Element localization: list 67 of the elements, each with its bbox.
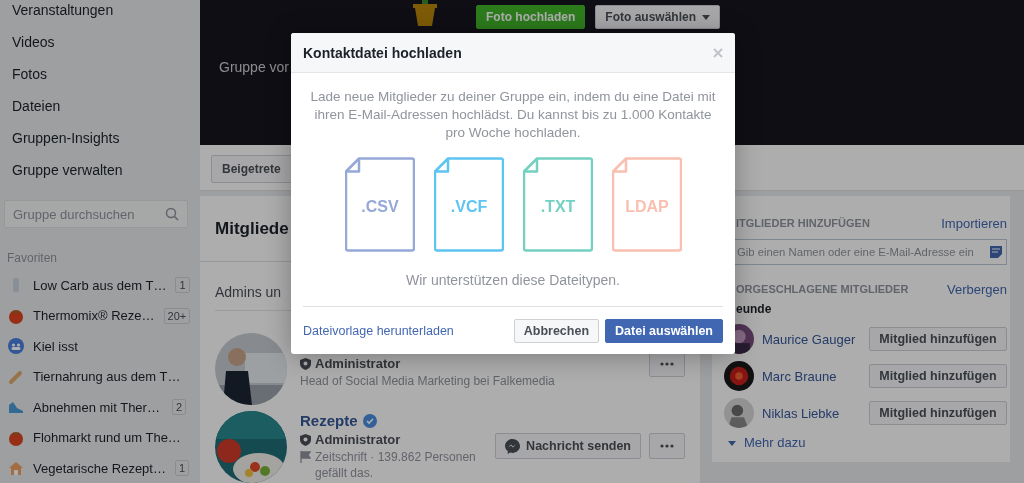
bone-icon xyxy=(8,368,24,385)
dialog-caption: Wir unterstützen diese Dateitypen. xyxy=(405,271,621,289)
member-role: Administrator xyxy=(315,431,401,449)
tomato-icon xyxy=(8,429,24,446)
favorite-link[interactable]: Kiel isst xyxy=(33,338,186,354)
sidebar-item[interactable]: Fotos xyxy=(12,58,200,90)
choose-file-button[interactable]: Datei auswählen xyxy=(605,319,723,343)
shield-icon xyxy=(300,434,311,446)
more-link[interactable]: Mehr dazu xyxy=(744,434,806,452)
caret-icon xyxy=(702,14,710,20)
section-heading: ITGLIEDER HINZUFÜGEN xyxy=(736,217,870,229)
count-badge: 2 xyxy=(171,399,186,416)
close-icon[interactable] xyxy=(713,47,723,58)
message-button[interactable]: Nachricht senden xyxy=(495,433,641,459)
section-heading: Favoriten xyxy=(7,250,59,267)
sidebar-item[interactable]: Gruppen-Insights xyxy=(12,122,200,154)
import-link[interactable]: Importieren xyxy=(941,215,1007,231)
add-member-button[interactable]: Mitglied hinzufügen xyxy=(869,327,1007,351)
group-label: eunde xyxy=(735,301,773,317)
person-name[interactable]: Maurice Gauger xyxy=(762,331,861,347)
shoe-icon xyxy=(8,399,24,416)
add-member-button[interactable]: Mitglied hinzufügen xyxy=(869,401,1007,425)
section-heading: ORGESCHLAGENE MITGLIEDER xyxy=(736,283,909,295)
member-name[interactable]: Rezepte xyxy=(300,411,358,431)
file-type-label: .TXT xyxy=(540,198,575,215)
file-type-label: LDAP xyxy=(624,198,669,215)
search-icon xyxy=(165,207,179,221)
add-member-button[interactable]: Mitglied hinzufügen xyxy=(869,364,1007,388)
person-name[interactable]: Marc Braune xyxy=(762,368,861,384)
favorite-link[interactable]: Tiernahrung aus dem T… xyxy=(33,369,186,385)
messenger-icon xyxy=(505,438,521,454)
count-badge: 1 xyxy=(174,460,190,477)
file-type-label: .CSV xyxy=(360,198,399,215)
favorite-link[interactable]: Thermomix® Reze… xyxy=(33,308,155,324)
hide-link[interactable]: Verbergen xyxy=(947,281,1007,297)
sidebar-item[interactable]: Gruppe verwalten xyxy=(12,154,200,186)
search-field[interactable]: Gruppe durchsuchen xyxy=(4,200,188,228)
group-icon xyxy=(8,338,24,355)
caret-icon xyxy=(728,440,736,446)
dialog-text: Lade neue Mitglieder zu deiner Gruppe ein, indem du eine Datei mit ihren E-Mail-Adressen hochlädst. Du kannst bis zu 1.000 Kontakte pro Woche hochladen. xyxy=(309,88,717,142)
member-description: Head of Social Media Marketing bei Falkemedia xyxy=(300,373,555,389)
template-download-link[interactable]: Dateivorlage herunterladen xyxy=(303,324,508,338)
note-icon xyxy=(989,245,1003,259)
house-icon xyxy=(8,460,24,477)
favorite-link[interactable]: Low Carb aus dem T… xyxy=(33,277,167,293)
plant-pot-icon xyxy=(410,0,440,26)
search-input[interactable]: Gruppe durchsuchen xyxy=(13,206,165,222)
tomato-icon xyxy=(8,307,24,324)
dialog-title: Kontaktdatei hochladen xyxy=(303,44,462,61)
member-role: Administrator xyxy=(315,355,401,373)
sidebar-item[interactable]: Veranstaltungen xyxy=(12,0,200,26)
favorite-link[interactable]: Abnehmen mit Ther… xyxy=(33,399,163,415)
favorite-link[interactable]: Vegetarische Rezept… xyxy=(33,460,166,476)
more-icon xyxy=(660,444,674,448)
person-name[interactable]: Niklas Liebke xyxy=(762,405,861,421)
banner-text: Gruppe vor xyxy=(219,58,291,76)
count-badge: 20+ xyxy=(163,307,191,324)
photo-button[interactable]: Foto auswählen xyxy=(595,5,720,29)
count-badge: 1 xyxy=(175,277,190,294)
member-description: Zeitschrift · 139.862 Personen gefällt das. xyxy=(315,449,477,481)
sidebar-item[interactable]: Dateien xyxy=(12,90,200,122)
shield-icon xyxy=(300,358,311,370)
more-icon xyxy=(660,362,674,366)
sidebar-item[interactable]: Videos xyxy=(12,26,200,58)
favorite-link[interactable]: Flohmarkt rund um The… xyxy=(33,430,186,446)
cancel-button[interactable]: Abbrechen xyxy=(513,319,600,343)
file-type-label: .VCF xyxy=(450,198,487,215)
